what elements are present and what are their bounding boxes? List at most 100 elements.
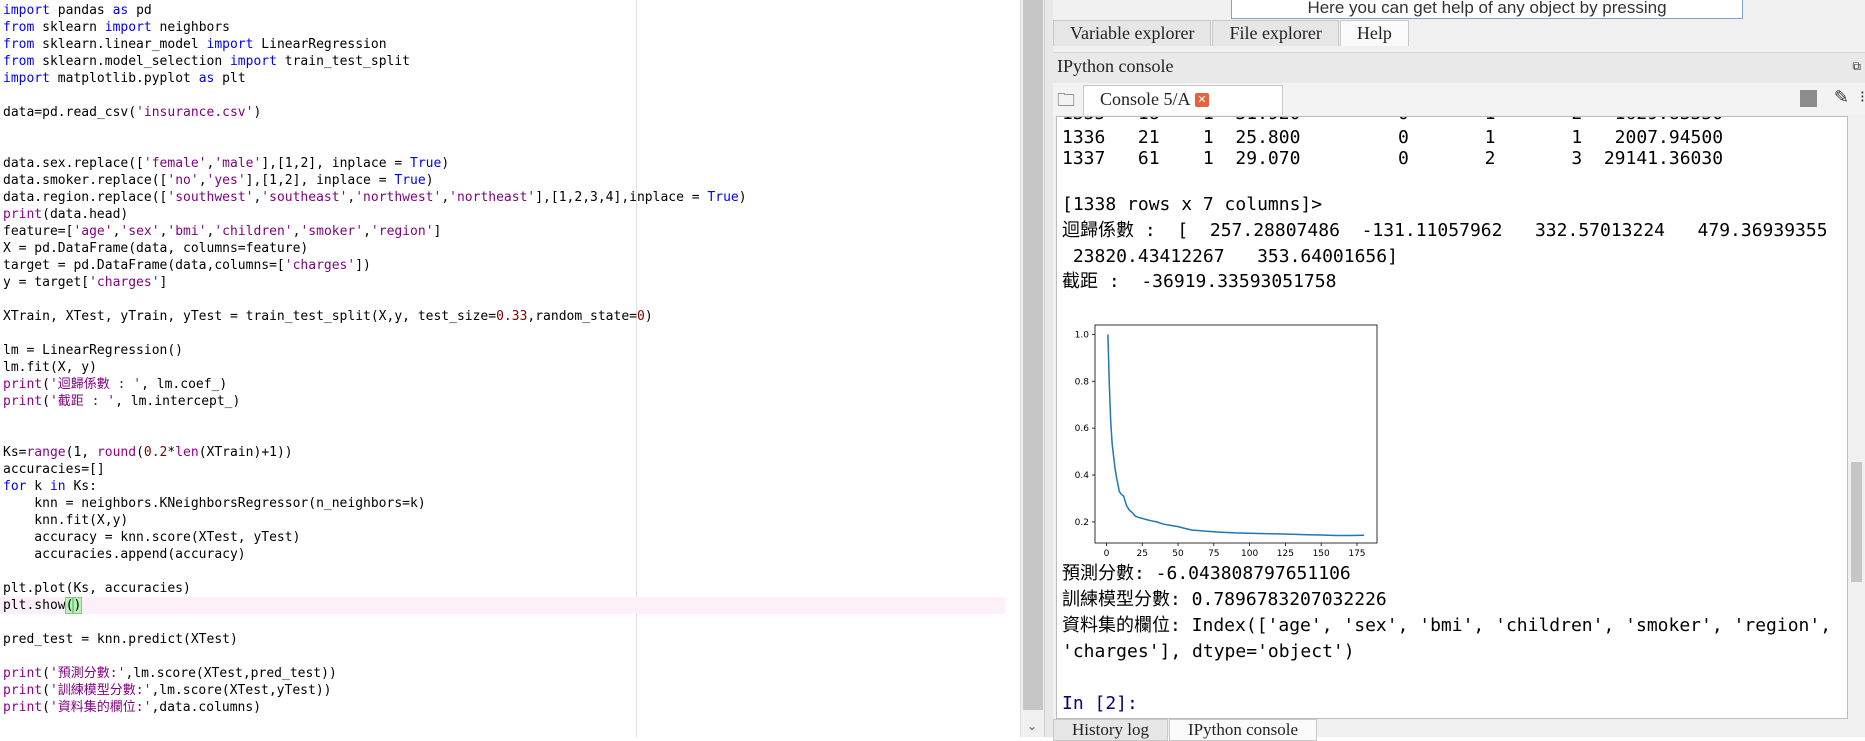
console-scrollbar[interactable] — [1848, 116, 1865, 719]
code-token: 'bmi' — [167, 224, 207, 239]
editor-scrollbar[interactable]: ⌄ — [1020, 0, 1045, 737]
code-editor[interactable]: import pandas as pd from sklearn import n… — [0, 0, 1005, 737]
code-line[interactable]: print('資料集的欄位:',data.columns) — [3, 699, 261, 716]
code-line[interactable]: accuracies=[] — [3, 461, 105, 478]
x-tick-label: 75 — [1208, 549, 1219, 559]
code-line[interactable]: XTrain, XTest, yTrain, yTest = train_tes… — [3, 308, 653, 325]
x-tick-label: 150 — [1313, 549, 1330, 559]
console-output[interactable]: 1335 18 1 31.920 0 1 2 1629.83350 1336 2… — [1056, 116, 1848, 719]
code-line[interactable]: data.region.replace(['southwest', 'southe… — [3, 189, 747, 206]
code-line[interactable]: for k in Ks: — [3, 478, 97, 495]
console-pane-title: IPython console — [1057, 56, 1174, 76]
code-token: sklearn.model_selection — [34, 54, 230, 69]
code-token: 'female' — [143, 156, 207, 171]
tab-history-log[interactable]: History log — [1053, 719, 1168, 741]
code-line[interactable]: from sklearn.model_selection import trai… — [3, 53, 410, 70]
code-token: 0.2 — [143, 445, 168, 460]
code-line[interactable]: lm = LinearRegression() — [3, 342, 183, 359]
code-token: XTrain, XTest, yTrain, yTest = train_tes… — [3, 309, 497, 324]
code-token: ) — [253, 105, 262, 120]
code-line[interactable]: import matplotlib.pyplot as plt — [3, 70, 246, 87]
close-icon[interactable]: ✕ — [1195, 93, 1209, 107]
code-line[interactable]: import pandas as pd — [3, 2, 152, 19]
code-token: ) — [425, 173, 434, 188]
x-tick-label: 0 — [1104, 549, 1110, 559]
code-token: , — [363, 224, 371, 239]
code-line[interactable]: print('截距 : ', lm.intercept_) — [3, 393, 240, 410]
console-line: 訓練模型分數: 0.7896783207032226 — [1062, 589, 1387, 610]
code-line[interactable]: plt.show() — [0, 597, 1005, 614]
code-token: ) — [738, 190, 747, 205]
console-tab[interactable]: Console 5/A ✕ — [1083, 85, 1283, 115]
code-token: pred_test = knn.predict(XTest) — [3, 632, 238, 647]
code-token: range — [26, 445, 66, 460]
code-line[interactable]: data.smoker.replace(['no','yes'],[1,2], … — [3, 172, 434, 189]
code-line[interactable]: print(data.head) — [3, 206, 128, 223]
code-token: import — [104, 20, 152, 35]
console-scrollbar-thumb[interactable] — [1851, 462, 1862, 582]
code-token: round — [96, 445, 137, 460]
tab-help[interactable]: Help — [1339, 20, 1409, 46]
code-line[interactable]: y = target['charges'] — [3, 274, 167, 291]
code-line[interactable]: knn = neighbors.KNeighborsRegressor(n_ne… — [3, 495, 425, 512]
code-token: X = pd.DataFrame(data, columns=feature) — [3, 241, 309, 256]
code-token: print — [3, 683, 43, 698]
code-line[interactable]: lm.fit(X, y) — [3, 359, 97, 376]
code-token: 'yes' — [206, 173, 246, 188]
console-line: 預測分數: -6.043808797651106 — [1062, 563, 1351, 584]
code-token: 'region' — [370, 224, 434, 239]
code-token: pandas — [49, 3, 113, 18]
options-icon[interactable]: ⁝ — [1860, 87, 1865, 106]
code-line[interactable]: from sklearn.linear_model import LinearR… — [3, 36, 387, 53]
tab-variable-explorer[interactable]: Variable explorer — [1053, 20, 1212, 46]
code-token: 0.33 — [496, 309, 528, 324]
code-line[interactable]: plt.plot(Ks, accuracies) — [3, 580, 191, 597]
scroll-down-icon[interactable]: ⌄ — [1027, 719, 1037, 733]
code-line[interactable]: accuracy = knn.score(XTest, yTest) — [3, 529, 300, 546]
code-token: feature=[ — [3, 224, 74, 239]
code-line[interactable]: target = pd.DataFrame(data,columns=['cha… — [3, 257, 371, 274]
console-prompt[interactable]: In [2]: — [1062, 691, 1138, 717]
code-token: plt — [214, 71, 246, 86]
code-line[interactable]: print('迴歸係數 : ', lm.coef_) — [3, 376, 227, 393]
editor-scrollbar-thumb[interactable] — [1023, 0, 1043, 710]
code-token: ( — [42, 683, 50, 698]
eraser-icon[interactable]: ✎ — [1834, 87, 1849, 108]
code-line[interactable]: knn.fit(X,y) — [3, 512, 128, 529]
code-line[interactable]: from sklearn import neighbors — [3, 19, 230, 36]
code-line[interactable]: print('訓練模型分數:',lm.score(XTest,yTest)) — [3, 682, 331, 699]
code-token: ,lm.score(XTest,pred_test)) — [125, 666, 337, 681]
code-token: , — [198, 173, 207, 188]
stop-icon[interactable] — [1800, 90, 1817, 107]
x-tick-label: 100 — [1241, 549, 1258, 559]
code-token: 'charges' — [284, 258, 356, 273]
code-line[interactable]: pred_test = knn.predict(XTest) — [3, 631, 238, 648]
code-token: ( — [42, 377, 50, 392]
tab-file-explorer[interactable]: File explorer — [1212, 20, 1339, 46]
code-token: ]) — [355, 258, 371, 273]
console-line: 23820.43412267 353.64001656] — [1062, 246, 1398, 267]
code-token: as — [112, 3, 129, 18]
code-line[interactable]: print('預測分數:',lm.score(XTest,pred_test)) — [3, 665, 337, 682]
code-token: len — [175, 445, 199, 460]
code-token: print — [3, 394, 43, 409]
console-toolbar: 🗀 Console 5/A ✕ ✎ ⁝ — [1053, 83, 1865, 115]
code-line[interactable]: accuracies.append(accuracy) — [3, 546, 245, 563]
inline-plot: 0 25 50 75 100 125 150 175 0.2 0.4 0.6 0.8 1.0 — [1062, 320, 1382, 560]
folder-icon[interactable]: 🗀 — [1057, 88, 1075, 118]
code-token: '預測分數:' — [49, 666, 126, 681]
code-line[interactable]: data.sex.replace(['female','male'],[1,2]… — [3, 155, 449, 172]
code-token: True — [410, 156, 442, 171]
code-token: , lm.coef_) — [141, 377, 228, 392]
code-line[interactable]: feature=['age','sex','bmi','children','s… — [3, 223, 441, 240]
code-line[interactable]: data=pd.read_csv('insurance.csv') — [3, 104, 261, 121]
code-token: k — [26, 479, 50, 494]
code-line[interactable]: X = pd.DataFrame(data, columns=feature) — [3, 240, 308, 257]
code-token: 'male' — [214, 156, 262, 171]
undock-icon[interactable]: ⧉ — [1852, 59, 1861, 74]
console-line: [1338 rows x 7 columns]> — [1062, 194, 1323, 215]
code-token: ) — [72, 597, 83, 614]
code-line[interactable]: Ks=range(1, round(0.2*len(XTrain)+1)) — [3, 444, 293, 461]
code-token: 'northwest' — [355, 190, 442, 205]
tab-ipython-console[interactable]: IPython console — [1168, 719, 1318, 741]
